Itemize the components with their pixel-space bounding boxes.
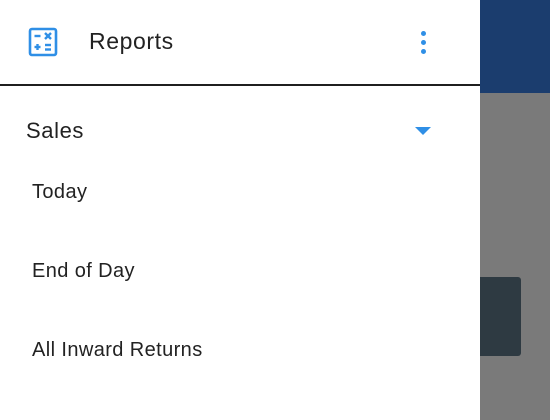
menu-item-label: All Inward Returns — [32, 339, 203, 361]
caret-down-icon — [415, 127, 431, 135]
sales-section-header[interactable]: Sales — [0, 108, 480, 154]
more-options-button[interactable] — [408, 24, 438, 60]
drawer-title: Reports — [89, 28, 174, 54]
section-title: Sales — [26, 118, 85, 143]
screen: Reports Sales Today End of Day All Inwar… — [0, 0, 550, 420]
navigation-drawer: Reports Sales Today End of Day All Inwar… — [0, 0, 480, 420]
more-vertical-icon-dot — [420, 39, 426, 45]
menu-item-end-of-day[interactable]: End of Day — [0, 241, 480, 301]
menu-item-all-inward-returns[interactable]: All Inward Returns — [0, 320, 480, 380]
more-vertical-icon-dot — [420, 48, 426, 54]
menu-item-today[interactable]: Today — [0, 162, 480, 222]
calculator-icon — [28, 27, 58, 57]
more-vertical-icon — [420, 30, 426, 36]
menu-item-label: Today — [32, 181, 88, 203]
menu-item-label: End of Day — [32, 260, 135, 282]
drawer-header: Reports — [0, 0, 480, 86]
